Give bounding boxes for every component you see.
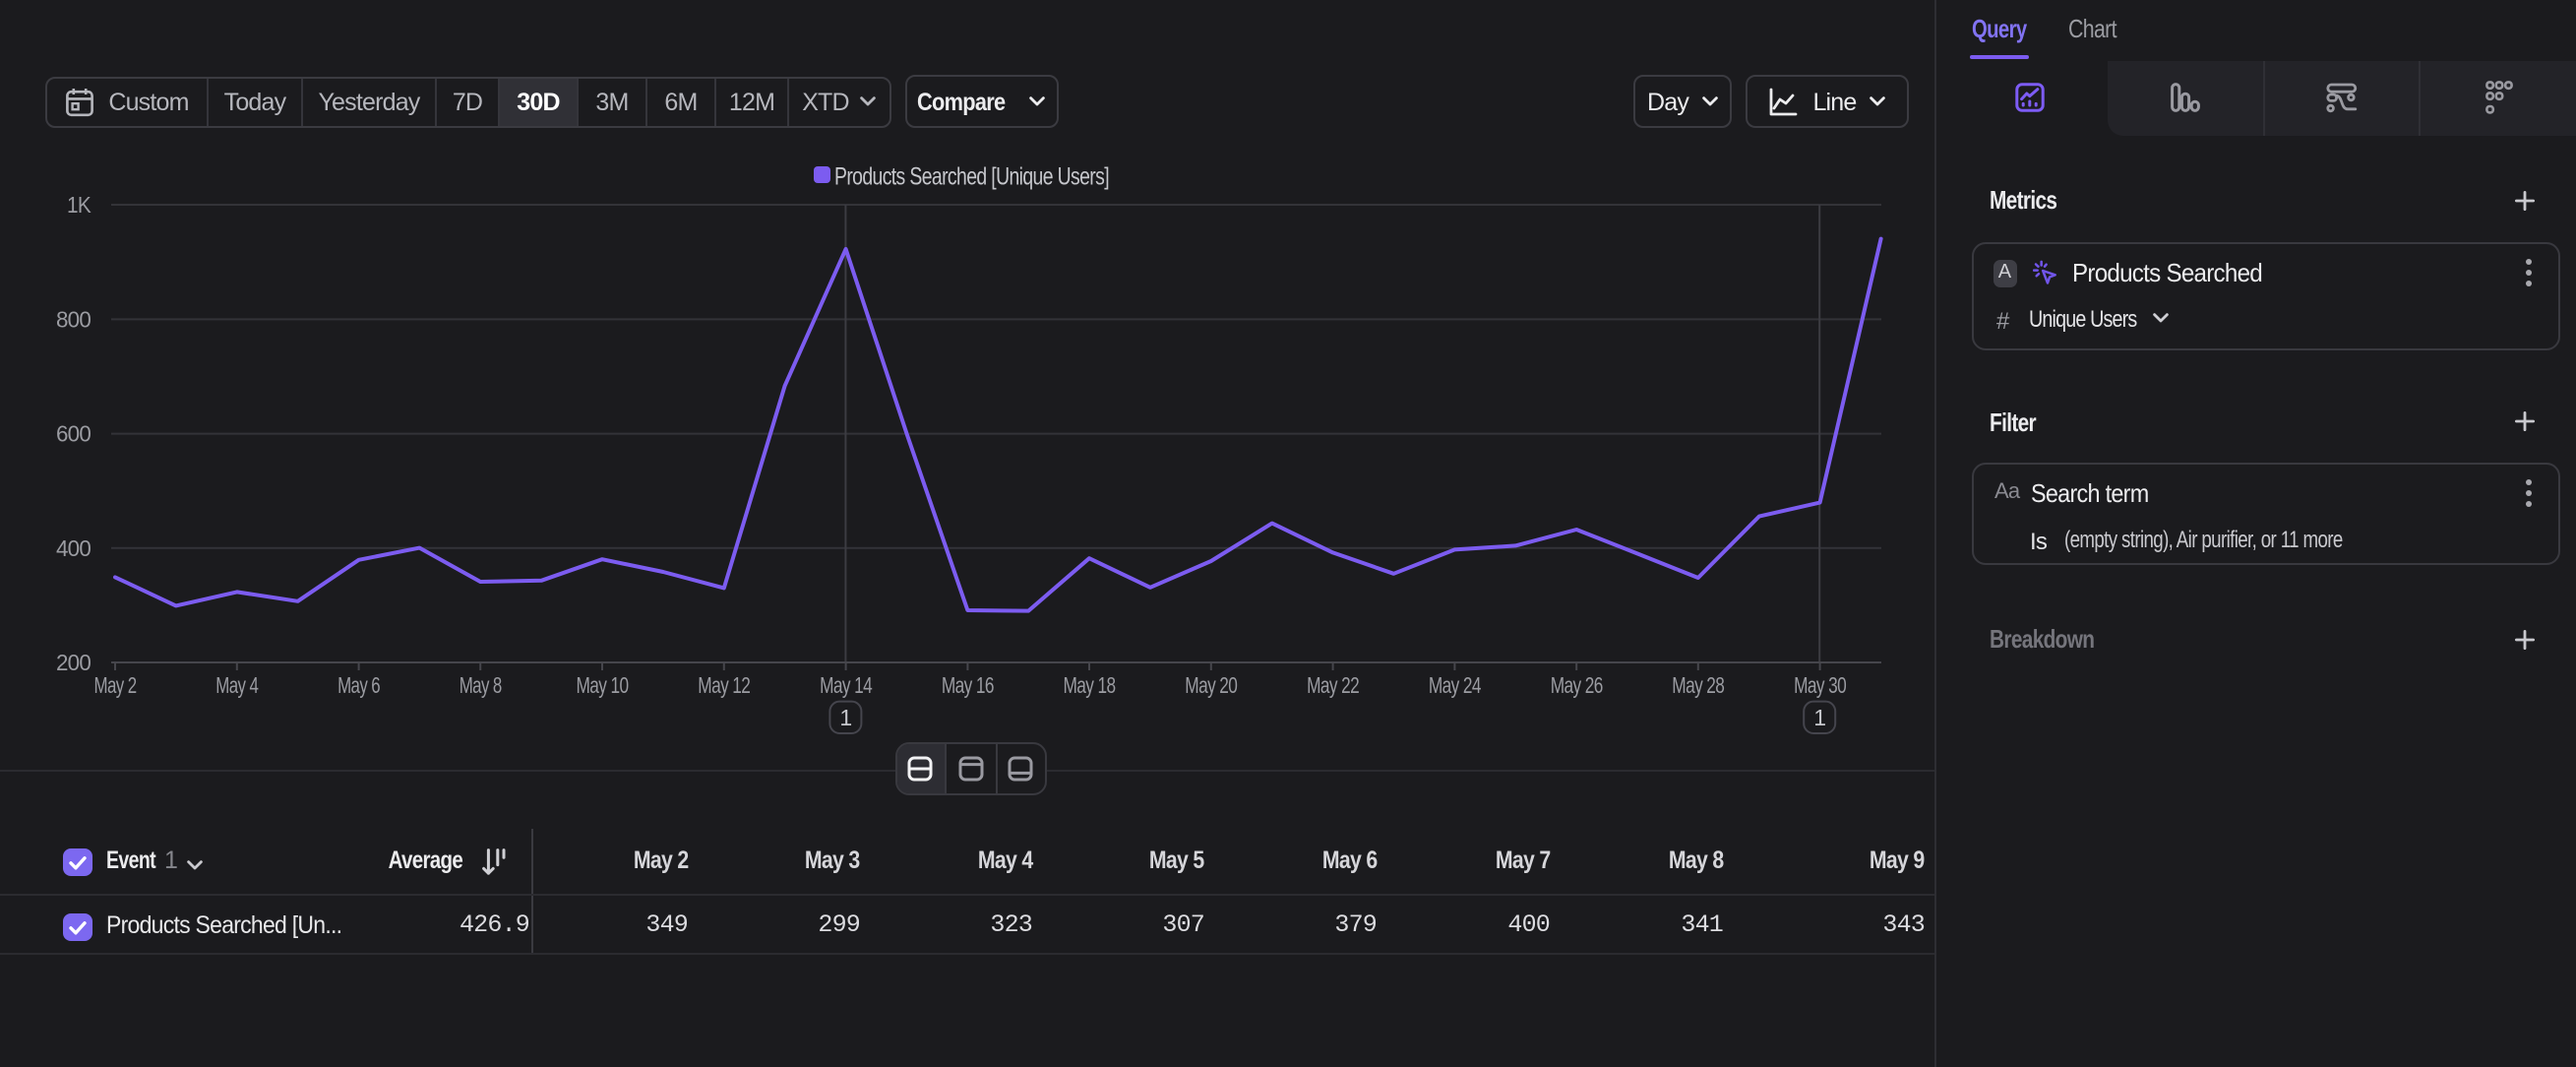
svg-text:May 10: May 10 [577, 672, 629, 698]
svg-text:May 30: May 30 [1794, 672, 1846, 698]
svg-text:200: 200 [56, 650, 91, 675]
svg-text:1: 1 [839, 705, 851, 730]
svg-text:May 16: May 16 [942, 672, 994, 698]
svg-text:May 8: May 8 [460, 672, 502, 698]
svg-text:May 2: May 2 [94, 672, 137, 698]
svg-text:May 18: May 18 [1064, 672, 1116, 698]
svg-text:May 24: May 24 [1429, 672, 1482, 698]
svg-text:1K: 1K [67, 192, 92, 218]
svg-text:May 12: May 12 [698, 672, 750, 698]
svg-text:May 6: May 6 [337, 672, 380, 698]
svg-text:May 26: May 26 [1551, 672, 1603, 698]
svg-text:400: 400 [56, 535, 91, 561]
svg-text:800: 800 [56, 306, 91, 332]
svg-text:1: 1 [1813, 705, 1825, 730]
svg-text:May 28: May 28 [1672, 672, 1724, 698]
svg-text:Products Searched [Unique User: Products Searched [Unique Users] [834, 163, 1109, 191]
svg-text:May 20: May 20 [1185, 672, 1237, 698]
svg-text:May 4: May 4 [215, 672, 259, 698]
svg-text:May 22: May 22 [1307, 672, 1359, 698]
svg-text:May 14: May 14 [820, 672, 873, 698]
svg-text:600: 600 [56, 421, 91, 447]
